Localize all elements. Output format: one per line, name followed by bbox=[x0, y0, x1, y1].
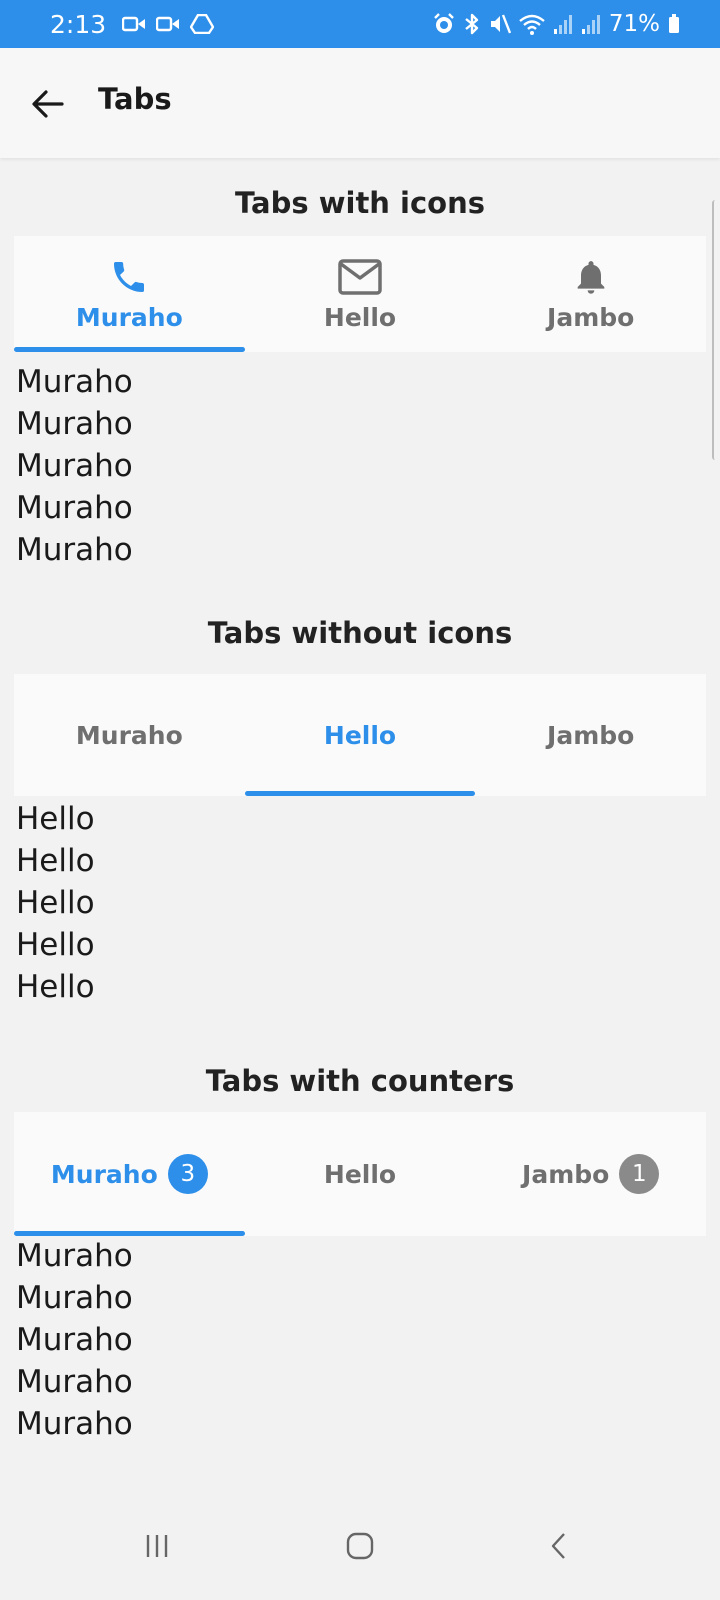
page-title: Tabs bbox=[98, 82, 172, 116]
section-title-plain: Tabs without icons bbox=[207, 616, 513, 650]
content-line: Hello bbox=[16, 927, 95, 963]
home-icon bbox=[346, 1532, 374, 1560]
tab-hello[interactable]: Hello bbox=[245, 1112, 476, 1236]
content-line: Muraho bbox=[16, 490, 133, 526]
phone-icon bbox=[109, 257, 149, 297]
tab-label: Hello bbox=[323, 302, 397, 332]
tab-bar-icons: Muraho Hello Jambo bbox=[14, 236, 706, 352]
tab-jambo[interactable]: Jambo bbox=[475, 674, 706, 796]
video-icon bbox=[122, 15, 146, 33]
tab-bar-plain: Muraho Hello Jambo bbox=[14, 674, 706, 796]
scrollbar[interactable] bbox=[712, 200, 720, 460]
content-line: Muraho bbox=[16, 448, 133, 484]
content-line: Muraho bbox=[16, 406, 133, 442]
back-button[interactable] bbox=[30, 86, 66, 122]
recents-button[interactable] bbox=[137, 1526, 177, 1566]
tab-bar-counters: Muraho 3 Hello Jambo 1 bbox=[14, 1112, 706, 1236]
battery-percent: 71% bbox=[608, 11, 660, 37]
home-button[interactable] bbox=[340, 1526, 380, 1566]
status-time: 2:13 bbox=[50, 9, 107, 39]
content-line: Hello bbox=[16, 801, 95, 837]
tab-content-counters: Muraho Muraho Muraho Muraho Muraho bbox=[16, 1235, 133, 1445]
tab-muraho[interactable]: Muraho bbox=[14, 236, 245, 352]
tab-label: Jambo bbox=[547, 302, 635, 332]
content-line: Muraho bbox=[16, 364, 133, 400]
section-title-icons: Tabs with icons bbox=[234, 186, 486, 220]
tab-label: Hello bbox=[323, 720, 397, 750]
signal-icon bbox=[553, 13, 573, 35]
content-line: Hello bbox=[16, 969, 95, 1005]
wifi-icon bbox=[519, 13, 545, 35]
tab-label: Muraho bbox=[50, 1159, 158, 1189]
bell-icon bbox=[571, 257, 611, 297]
tab-content-icons: Muraho Muraho Muraho Muraho Muraho bbox=[16, 361, 133, 571]
system-nav-bar bbox=[0, 1490, 720, 1600]
chevron-left-icon bbox=[551, 1533, 565, 1559]
tab-hello[interactable]: Hello bbox=[245, 236, 476, 352]
content-line: Muraho bbox=[16, 532, 133, 568]
tab-jambo[interactable]: Jambo bbox=[475, 236, 706, 352]
content-line: Muraho bbox=[16, 1364, 133, 1400]
tab-hello[interactable]: Hello bbox=[244, 674, 476, 796]
drive-icon bbox=[190, 14, 215, 34]
content-line: Hello bbox=[16, 885, 95, 921]
content-line: Muraho bbox=[16, 1238, 133, 1274]
mail-icon bbox=[337, 257, 383, 297]
tab-label: Muraho bbox=[75, 720, 183, 750]
tab-muraho[interactable]: Muraho 3 bbox=[14, 1112, 245, 1236]
alarm-icon bbox=[433, 13, 455, 35]
tab-label: Jambo bbox=[547, 720, 635, 750]
signal-icon bbox=[581, 13, 601, 35]
tab-label: Muraho bbox=[75, 302, 183, 332]
tab-content-plain: Hello Hello Hello Hello Hello bbox=[16, 798, 95, 1008]
content-line: Muraho bbox=[16, 1406, 133, 1442]
mute-icon bbox=[489, 13, 511, 35]
bluetooth-icon bbox=[463, 13, 481, 35]
counter-badge: 3 bbox=[167, 1154, 208, 1194]
section-title-counters: Tabs with counters bbox=[205, 1064, 515, 1098]
back-nav-button[interactable] bbox=[540, 1526, 580, 1566]
content-line: Hello bbox=[16, 843, 95, 879]
tab-indicator bbox=[14, 347, 245, 352]
tab-label: Hello bbox=[323, 1159, 397, 1189]
content-line: Muraho bbox=[16, 1322, 133, 1358]
tab-muraho[interactable]: Muraho bbox=[14, 674, 245, 796]
counter-badge: 1 bbox=[619, 1154, 660, 1194]
recents-icon bbox=[146, 1535, 168, 1557]
arrow-back-icon bbox=[32, 90, 64, 118]
battery-icon bbox=[668, 14, 680, 34]
tab-label: Jambo bbox=[522, 1159, 610, 1189]
video-icon bbox=[156, 15, 180, 33]
status-bar: 2:13 71% bbox=[0, 0, 720, 48]
tab-indicator bbox=[244, 791, 476, 796]
content-line: Muraho bbox=[16, 1280, 133, 1316]
tab-jambo[interactable]: Jambo 1 bbox=[475, 1112, 706, 1236]
app-bar: Tabs bbox=[0, 48, 720, 158]
